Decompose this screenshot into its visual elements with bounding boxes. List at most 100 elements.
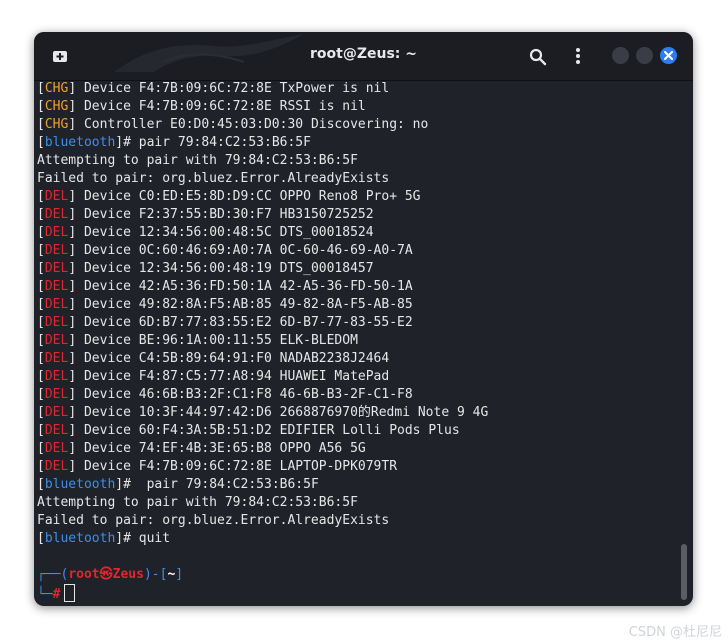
minimize-button[interactable] [612,47,629,64]
line-text: Device C0:ED:E5:8D:D9:CC OPPO Reno8 Pro+… [76,189,421,204]
prompt-hash: # [52,587,61,602]
terminal-line: [DEL] Device 60:F4:3A:5B:51:D2 EDIFIER L… [37,423,460,438]
line-text: Attempting to pair with 79:84:C2:53:B6:5… [37,153,358,168]
terminal-line: [DEL] Device C0:ED:E5:8D:D9:CC OPPO Reno… [37,189,421,204]
line-tag: DEL [44,189,69,204]
terminal-line: [DEL] Device 74:EF:4B:3E:65:B8 OPPO A56 … [37,441,366,456]
line-text: Device F4:7B:09:6C:72:8E TxPower is nil [76,81,390,96]
terminal-line: [DEL] Device 12:34:56:00:48:5C DTS_00018… [37,225,374,240]
scrollbar-thumb[interactable] [681,544,687,600]
terminal-line: [DEL] Device 6D:B7:77:83:55:E2 6D-B7-77-… [37,315,413,330]
line-text: Device 42:A5:36:FD:50:1A 42-A5-36-FD-50-… [76,279,413,294]
terminal-line: [DEL] Device F4:7B:09:6C:72:8E LAPTOP-DP… [37,459,398,474]
terminal-line: [DEL] Device 42:A5:36:FD:50:1A 42-A5-36-… [37,279,413,294]
line-text: # pair 79:84:C2:53:B6:5F [123,135,311,150]
line-text: Device 12:34:56:00:48:5C DTS_00018524 [76,225,374,240]
line-text: # quit [123,531,171,546]
line-text: Device BE:96:1A:00:11:55 ELK-BLEDOM [76,333,358,348]
terminal-line: [DEL] Device F4:87:C5:77:A8:94 HUAWEI Ma… [37,369,390,384]
line-text: Device F4:7B:09:6C:72:8E LAPTOP-DPK079TR [76,459,398,474]
line-tag: DEL [44,279,69,294]
terminal-lines: [CHG] Device F4:7B:09:6C:72:8E TxPower i… [37,80,677,548]
title-bar[interactable]: root@Zeus: ~ [34,32,693,81]
prompt-frame: ] [175,567,184,582]
shell-prompt-line-2[interactable]: └─# [37,584,677,602]
line-tag: DEL [44,333,69,348]
prompt-at-symbol: ㉿ [99,567,113,582]
prompt-frame: ┌──( [37,567,69,582]
close-button[interactable] [660,47,677,64]
terminal-output[interactable]: [CHG] Device F4:7B:09:6C:72:8E TxPower i… [37,80,677,604]
line-tag: CHG [44,117,69,132]
line-text: Controller E0:D0:45:03:D0:30 Discovering… [76,117,429,132]
terminal-line: [DEL] Device F2:37:55:BD:30:F7 HB3150725… [37,207,374,222]
line-tag: DEL [44,387,69,402]
search-button[interactable] [527,46,549,68]
line-text: Device 49:82:8A:F5:AB:85 49-82-8A-F5-AB-… [76,297,413,312]
terminal-line: [bluetooth]# pair 79:84:C2:53:B6:5F [37,135,311,150]
terminal-line: [DEL] Device 46:6B:B3:2F:C1:F8 46-6B-B3-… [37,387,413,402]
line-tag: DEL [44,297,69,312]
terminal-line: [DEL] Device C4:5B:89:64:91:F0 NADAB2238… [37,351,390,366]
terminal-line: [CHG] Device F4:7B:09:6C:72:8E TxPower i… [37,81,390,96]
prompt-frame: └─ [37,587,53,602]
terminal-window: root@Zeus: ~ [CHG] Device F4:7B:09:6C:72… [34,32,693,606]
search-icon [529,48,547,66]
kebab-menu-icon [576,48,580,64]
terminal-line: Failed to pair: org.bluez.Error.AlreadyE… [37,170,677,188]
terminal-line: Failed to pair: org.bluez.Error.AlreadyE… [37,512,677,530]
line-text: Failed to pair: org.bluez.Error.AlreadyE… [37,513,390,528]
line-tag: DEL [44,243,69,258]
line-text: Device 10:3F:44:97:42:D6 2668876970的Redm… [76,405,489,420]
line-tag: DEL [44,369,69,384]
line-tag: DEL [44,261,69,276]
terminal-line: [CHG] Device F4:7B:09:6C:72:8E RSSI is n… [37,99,366,114]
line-tag: bluetooth [44,135,116,150]
maximize-button[interactable] [636,47,653,64]
line-tag: CHG [44,99,69,114]
terminal-line: [DEL] Device BE:96:1A:00:11:55 ELK-BLEDO… [37,333,358,348]
line-text: Device F4:7B:09:6C:72:8E RSSI is nil [76,99,366,114]
prompt-host: Zeus [112,567,144,582]
prompt-user: root [68,567,100,582]
shell-prompt-line-1: ┌──(root㉿Zeus)-[~] [37,566,677,584]
terminal-line: [bluetooth]# pair 79:84:C2:53:B6:5F [37,477,319,492]
terminal-line: [bluetooth]# quit [37,531,171,546]
line-text: Attempting to pair with 79:84:C2:53:B6:5… [37,495,358,510]
window-title: root@Zeus: ~ [310,46,417,62]
line-tag: DEL [44,351,69,366]
line-tag: DEL [44,405,69,420]
line-tag: DEL [44,423,69,438]
line-text: Device 60:F4:3A:5B:51:D2 EDIFIER Lolli P… [76,423,460,438]
terminal-line: Attempting to pair with 79:84:C2:53:B6:5… [37,152,677,170]
line-tag: CHG [44,81,69,96]
line-tag: DEL [44,207,69,222]
line-text: Device F2:37:55:BD:30:F7 HB3150725252 [76,207,374,222]
close-icon [664,51,673,60]
terminal-line: [DEL] Device 0C:60:46:69:A0:7A 0C-60-46-… [37,243,413,258]
watermark: CSDN @杜尼尼 [628,625,722,640]
line-text: Device 0C:60:46:69:A0:7A 0C-60-46-69-A0-… [76,243,413,258]
line-tag: DEL [44,225,69,240]
terminal-line: [DEL] Device 12:34:56:00:48:19 DTS_00018… [37,261,374,276]
line-text: Device C4:5B:89:64:91:F0 NADAB2238J2464 [76,351,390,366]
text-cursor [64,584,76,602]
line-tag: DEL [44,441,69,456]
line-tag: bluetooth [44,477,116,492]
line-tag: DEL [44,459,69,474]
line-text: Device 74:EF:4B:3E:65:B8 OPPO A56 5G [76,441,366,456]
line-tag: DEL [44,315,69,330]
line-text: Device 46:6B:B3:2F:C1:F8 46-6B-B3-2F-C1-… [76,387,413,402]
line-tag: bluetooth [44,531,116,546]
line-text: Failed to pair: org.bluez.Error.AlreadyE… [37,171,390,186]
line-text: # pair 79:84:C2:53:B6:5F [123,477,319,492]
menu-button[interactable] [569,45,587,67]
terminal-line: [DEL] Device 49:82:8A:F5:AB:85 49-82-8A-… [37,297,413,312]
terminal-line: [DEL] Device 10:3F:44:97:42:D6 266887697… [37,405,489,420]
terminal-line: Attempting to pair with 79:84:C2:53:B6:5… [37,494,677,512]
line-text: Device 12:34:56:00:48:19 DTS_00018457 [76,261,374,276]
terminal-line: [CHG] Controller E0:D0:45:03:D0:30 Disco… [37,117,429,132]
line-text: Device 6D:B7:77:83:55:E2 6D-B7-77-83-55-… [76,315,413,330]
prompt-frame: )-[ [143,567,168,582]
